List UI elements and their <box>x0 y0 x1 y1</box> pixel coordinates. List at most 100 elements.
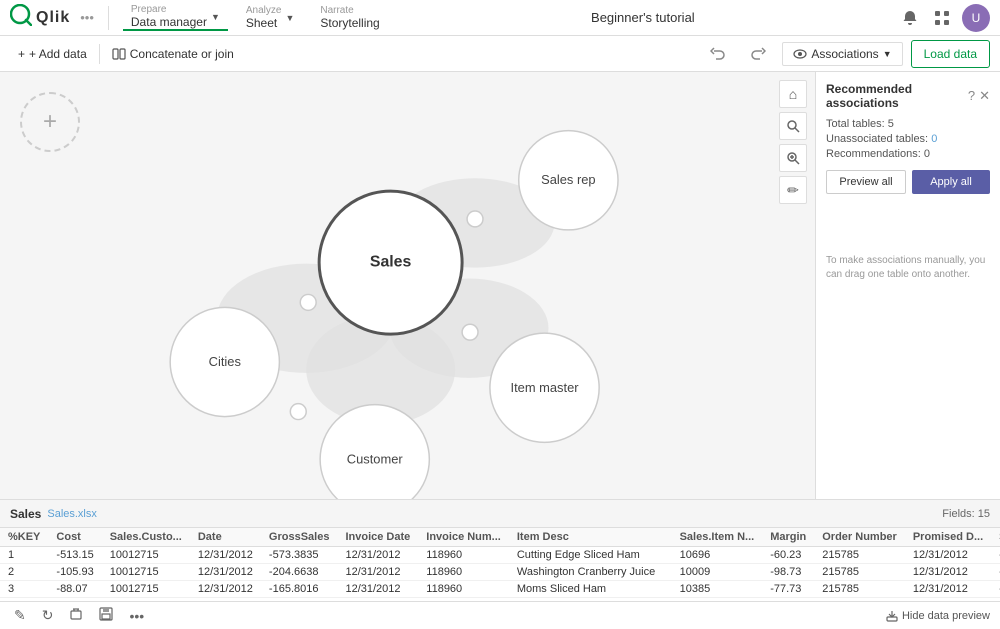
table-cell: -573.3835 <box>261 547 338 564</box>
table-header-cell: Invoice Date <box>337 528 418 547</box>
table-cell: 118960 <box>418 547 509 564</box>
rec-unassociated: Unassociated tables: 0 <box>826 133 990 145</box>
table-header-cell: Sales.Item N... <box>672 528 763 547</box>
table-header-cell: Order Number <box>814 528 905 547</box>
table-cell: Washington Cranberry Juice <box>509 564 672 581</box>
table-header-cell: Invoice Num... <box>418 528 509 547</box>
zoom-tool-button[interactable] <box>779 144 807 172</box>
table-cell: 1 <box>0 547 48 564</box>
rec-total-tables: Total tables: 5 <box>826 118 990 130</box>
table-header-cell: %KEY <box>0 528 48 547</box>
table-header-cell: Sales.Custo... <box>102 528 190 547</box>
table-cell: 215785 <box>814 564 905 581</box>
table-header-cell: GrossSales <box>261 528 338 547</box>
bubbles-canvas: Sales Cities Sales rep Item master Custo… <box>0 72 815 499</box>
table-header-cell: Sales <box>991 528 1000 547</box>
table-cell: 12/31/2012 <box>905 547 991 564</box>
main-area: + Sales Cities Sales rep <box>0 72 1000 499</box>
bottom-toolbar: ✎ ↻ ••• Hide data preview <box>0 601 1000 629</box>
refresh-icon[interactable]: ↻ <box>38 605 58 626</box>
concat-icon <box>112 47 126 61</box>
avatar[interactable]: U <box>962 4 990 32</box>
svg-text:Cities: Cities <box>209 354 241 369</box>
add-data-button[interactable]: + + Add data <box>10 43 95 65</box>
data-preview-header: Sales Sales.xlsx Fields: 15 <box>0 500 1000 528</box>
table-cell: 12/31/2012 <box>190 581 261 598</box>
hide-preview-button[interactable]: Hide data preview <box>886 610 990 622</box>
nav-dots[interactable]: ••• <box>80 10 94 25</box>
redo-button[interactable] <box>742 42 774 66</box>
table-cell: 215785 <box>814 547 905 564</box>
table-cell: -204.6638 <box>261 564 338 581</box>
table-cell: 10009 <box>672 564 763 581</box>
more-icon[interactable]: ••• <box>125 606 148 626</box>
table-cell: -204.66 <box>991 564 1000 581</box>
preview-all-button[interactable]: Preview all <box>826 170 906 194</box>
table-row: 2-105.931001271512/31/2012-204.663812/31… <box>0 564 1000 581</box>
table-header-cell: Cost <box>48 528 101 547</box>
table-cell: 12/31/2012 <box>337 564 418 581</box>
table-cell: 10012715 <box>102 564 190 581</box>
table-cell: -165.8016 <box>261 581 338 598</box>
search-tool-button[interactable] <box>779 112 807 140</box>
rec-panel-icons: ? ✕ <box>968 88 990 104</box>
canvas-area: + Sales Cities Sales rep <box>0 72 815 499</box>
nav-section-analyze[interactable]: Analyze Sheet ▼ <box>238 6 303 30</box>
rec-help-icon[interactable]: ? <box>968 88 975 104</box>
table-cell: 118960 <box>418 564 509 581</box>
toolbar: + + Add data Concatenate or join Associa… <box>0 36 1000 72</box>
table-cell: Cutting Edge Sliced Ham <box>509 547 672 564</box>
associations-chevron-icon: ▼ <box>883 49 892 59</box>
undo-icon <box>710 46 726 62</box>
table-cell: 12/31/2012 <box>337 547 418 564</box>
table-header-cell: Item Desc <box>509 528 672 547</box>
home-tool-button[interactable]: ⌂ <box>779 80 807 108</box>
table-header-cell: Promised D... <box>905 528 991 547</box>
svg-text:Sales: Sales <box>370 254 412 271</box>
apps-grid-icon[interactable] <box>930 6 954 30</box>
nav-section-narrate[interactable]: Narrate Storytelling <box>312 6 387 30</box>
table-cell: -573.38 <box>991 547 1000 564</box>
svg-text:Item master: Item master <box>511 380 580 395</box>
table-cell: -165.8 <box>991 581 1000 598</box>
rec-panel: Recommended associations ? ✕ Total table… <box>815 72 1000 499</box>
nav-right: U <box>898 4 990 32</box>
table-header-cell: Margin <box>762 528 814 547</box>
table-cell: -513.15 <box>48 547 101 564</box>
table-cell: 10385 <box>672 581 763 598</box>
table-row: 3-88.071001271512/31/2012-165.801612/31/… <box>0 581 1000 598</box>
apply-all-button[interactable]: Apply all <box>912 170 990 194</box>
table-cell: 10696 <box>672 547 763 564</box>
qlik-logo-text: Qlik <box>36 9 70 27</box>
table-row: 1-513.151001271512/31/2012-573.383512/31… <box>0 547 1000 564</box>
load-data-button[interactable]: Load data <box>911 40 990 68</box>
edit-icon[interactable]: ✎ <box>10 605 30 626</box>
svg-text:Customer: Customer <box>347 451 404 466</box>
data-preview-title-area: Sales Sales.xlsx <box>10 507 97 521</box>
notification-icon[interactable] <box>898 6 922 30</box>
table-header-row: %KEYCostSales.Custo...DateGrossSalesInvo… <box>0 528 1000 547</box>
nav-title: Beginner's tutorial <box>398 10 888 25</box>
undo-button[interactable] <box>702 42 734 66</box>
concat-join-button[interactable]: Concatenate or join <box>104 43 242 65</box>
table-cell: 10012715 <box>102 581 190 598</box>
prepare-dropdown-icon: ▼ <box>211 12 220 22</box>
top-nav: Qlik ••• Prepare Data manager ▼ Analyze … <box>0 0 1000 36</box>
save-icon[interactable] <box>95 605 117 626</box>
hide-preview-icon <box>886 610 898 622</box>
qlik-logo-q <box>10 4 32 31</box>
plus-icon: + <box>18 47 25 61</box>
associations-button[interactable]: Associations ▼ <box>782 42 902 66</box>
qlik-logo: Qlik <box>10 4 70 31</box>
data-table-scroll[interactable]: %KEYCostSales.Custo...DateGrossSalesInvo… <box>0 528 1000 602</box>
brush-tool-button[interactable]: ✏ <box>779 176 807 204</box>
table-cell: -98.73 <box>762 564 814 581</box>
nav-section-prepare[interactable]: Prepare Data manager ▼ <box>123 5 228 31</box>
data-table: %KEYCostSales.Custo...DateGrossSalesInvo… <box>0 528 1000 602</box>
delete-icon[interactable] <box>65 605 87 626</box>
table-cell: 10012715 <box>102 547 190 564</box>
rec-panel-header: Recommended associations ? ✕ <box>826 82 990 110</box>
table-cell: -60.23 <box>762 547 814 564</box>
table-cell: 118960 <box>418 581 509 598</box>
rec-close-icon[interactable]: ✕ <box>979 88 990 104</box>
